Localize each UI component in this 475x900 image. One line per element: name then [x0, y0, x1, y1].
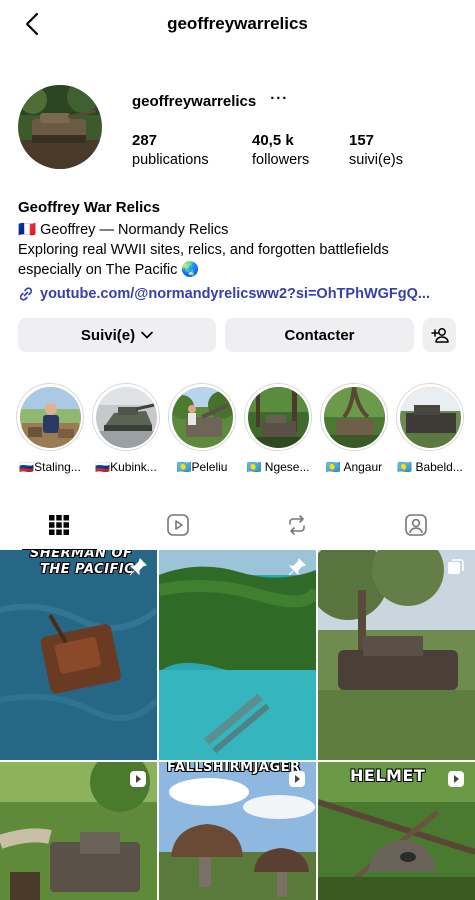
highlight-label: 🇷🇺Kubink...	[95, 460, 157, 474]
reel-icon	[288, 770, 306, 793]
tab-reels[interactable]	[119, 500, 238, 550]
display-name: Geoffrey War Relics	[18, 199, 160, 216]
post-overlay-text: THE PACIFIC	[40, 562, 135, 577]
highlight-item[interactable]: 🇷🇺Staling...	[16, 383, 84, 474]
contact-button-label: Contacter	[284, 326, 355, 344]
stat-posts[interactable]: 287 publications	[132, 132, 252, 168]
story-highlights: 🇷🇺Staling... 🇷🇺Kubink... 🇵🇼Peleliu 🇵🇼 Ng…	[16, 383, 475, 474]
highlight-label: 🇷🇺Staling...	[19, 460, 81, 474]
stat-posts-label: publications	[132, 152, 209, 168]
tab-grid[interactable]	[0, 500, 119, 550]
stat-followers-value: 40,5 k	[252, 132, 294, 149]
stat-following[interactable]: 157 suivi(e)s	[349, 132, 403, 168]
reel-icon	[129, 770, 147, 793]
post-overlay-text: HELMET	[350, 766, 426, 785]
bio-line: Exploring real WWII sites, relics, and f…	[18, 242, 389, 258]
post-thumbnail[interactable]: HELMET	[318, 762, 475, 900]
profile-link[interactable]: youtube.com/@normandyrelicsww2?si=OhTPhW…	[18, 284, 463, 304]
pin-icon	[129, 558, 147, 581]
avatar[interactable]	[18, 85, 102, 169]
profile-bio: Geoffrey War Relics 🇫🇷 Geoffrey — Norman…	[18, 198, 463, 304]
following-button-label: Suivi(e)	[80, 326, 136, 344]
highlight-item[interactable]: 🇷🇺Kubink...	[92, 383, 160, 474]
profile-stats: 287 publications 40,5 k followers 157 su…	[132, 132, 403, 168]
link-icon	[19, 287, 33, 301]
post-thumbnail[interactable]: SHERMAN OF THE PACIFIC	[0, 550, 157, 760]
reels-icon	[167, 514, 189, 536]
pin-icon	[288, 558, 306, 581]
highlight-label: 🇵🇼 Ngese...	[246, 460, 310, 474]
highlight-item[interactable]: 🇵🇼 Babeld...	[396, 383, 464, 474]
profile-username: geoffreywarrelics	[132, 93, 257, 110]
posts-grid: SHERMAN OF THE PACIFIC FALLSHIRMJAGER HE…	[0, 550, 475, 900]
post-thumbnail[interactable]	[318, 550, 475, 760]
bio-line: especially on The Pacific 🌏	[18, 262, 200, 278]
tagged-user-icon	[404, 514, 427, 536]
highlight-label: 🇵🇼Peleliu	[176, 460, 228, 474]
more-options-button[interactable]: ···	[270, 91, 288, 110]
stat-following-label: suivi(e)s	[349, 152, 403, 168]
post-overlay-text: SHERMAN OF	[30, 550, 133, 561]
stat-following-value: 157	[349, 132, 375, 149]
highlight-label: 🇵🇼 Babeld...	[397, 460, 463, 474]
suggest-people-button[interactable]	[423, 318, 456, 352]
tab-reposts[interactable]	[238, 500, 357, 550]
highlight-item[interactable]: 🇵🇼 Ngese...	[244, 383, 312, 474]
stat-followers[interactable]: 40,5 k followers	[252, 132, 349, 168]
profile-tabs	[0, 500, 475, 550]
reel-icon	[447, 770, 465, 793]
repost-icon	[289, 515, 305, 535]
highlight-item[interactable]: 🇵🇼 Angaur	[320, 383, 388, 474]
add-person-icon	[430, 328, 449, 343]
stat-followers-label: followers	[252, 152, 310, 168]
post-overlay-text: FALLSHIRMJAGER	[167, 762, 301, 775]
post-thumbnail[interactable]	[0, 762, 157, 900]
profile-link-text: youtube.com/@normandyrelicsww2?si=OhTPhW…	[40, 286, 430, 302]
contact-button[interactable]: Contacter	[225, 318, 414, 352]
highlight-label: 🇵🇼 Angaur	[325, 460, 383, 474]
grid-icon	[49, 515, 70, 535]
tab-tagged[interactable]	[356, 500, 475, 550]
highlight-item[interactable]: 🇵🇼Peleliu	[168, 383, 236, 474]
post-thumbnail[interactable]	[159, 550, 316, 760]
carousel-icon	[447, 558, 465, 581]
chevron-down-icon	[141, 331, 153, 339]
bio-line: 🇫🇷 Geoffrey — Normandy Relics	[18, 222, 229, 238]
post-thumbnail[interactable]: FALLSHIRMJAGER	[159, 762, 316, 900]
stat-posts-value: 287	[132, 132, 158, 149]
page-title: geoffreywarrelics	[167, 14, 308, 33]
top-bar: geoffreywarrelics	[0, 0, 475, 50]
following-button[interactable]: Suivi(e)	[18, 318, 216, 352]
